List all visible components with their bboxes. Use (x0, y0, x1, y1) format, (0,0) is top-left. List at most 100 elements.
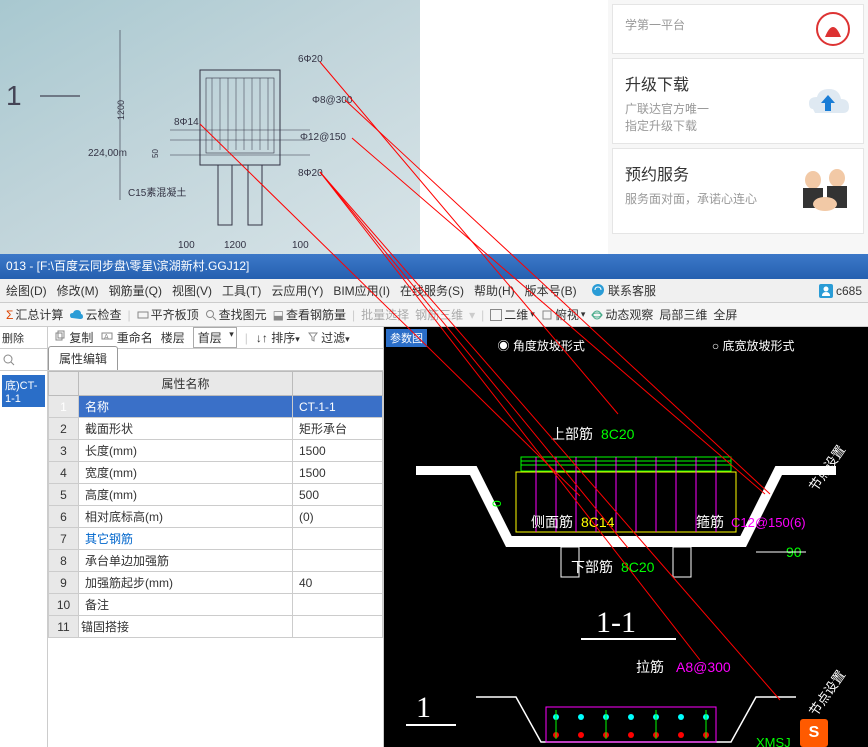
prop-val[interactable] (293, 528, 383, 550)
prop-tabs: 属性编辑 (48, 349, 383, 371)
card-platform[interactable]: 学第一平台 (612, 4, 864, 54)
tab-props[interactable]: 属性编辑 (48, 346, 118, 370)
search-icon (205, 309, 217, 321)
svg-text:节点设置: 节点设置 (806, 668, 848, 719)
tool-rebar3d: 钢筋三维 (415, 306, 463, 323)
cloud-icon (69, 309, 83, 321)
menu-version[interactable]: 版本号(B) (525, 282, 577, 299)
prop-name[interactable]: 承台单边加强筋 (79, 550, 293, 572)
svg-text:A8@300: A8@300 (676, 659, 731, 675)
prop-val[interactable] (293, 594, 383, 616)
svg-text:1: 1 (416, 691, 431, 724)
rename-icon: A (101, 330, 113, 342)
prop-name[interactable]: 加强筋起步(mm) (79, 572, 293, 594)
prop-name[interactable]: 名称 (79, 396, 293, 418)
prop-val[interactable]: (0) (293, 506, 383, 528)
prop-val[interactable] (293, 550, 383, 572)
prop-name[interactable]: 相对底标高(m) (79, 506, 293, 528)
property-pane: 复制 A 重命名 楼层 首层▾ | ↓↑ 排序▾ 过滤▾ 属性编辑 属性名称 1… (48, 327, 384, 747)
prop-val[interactable] (293, 616, 383, 638)
svg-text:XMSJ: XMSJ (756, 735, 791, 747)
svg-text:C12@150(6): C12@150(6) (731, 515, 806, 530)
svg-text:100: 100 (292, 240, 309, 251)
window-title: 013 - [F:\百度云同步盘\零星\滨湖新村.GGJ12] (6, 259, 249, 273)
toolbar: Σ汇总计算 云检查 | 平齐板顶 查找图元 ⬓查看钢筋量 | 批量选择 钢筋三维… (0, 303, 868, 327)
act-sort[interactable]: ↓↑ 排序▾ (256, 329, 300, 346)
menu-draw[interactable]: 绘图(D) (6, 282, 47, 299)
menu-cloud[interactable]: 云应用(Y) (271, 282, 323, 299)
svg-text:Φ8@300: Φ8@300 (312, 95, 353, 106)
prop-name[interactable]: 高度(mm) (79, 484, 293, 506)
prop-grid: 属性名称 1名称CT-1-1 2截面形状矩形承台 3长度(mm)1500 4宽度… (48, 371, 383, 747)
tree-item[interactable]: 底)CT-1-1 (2, 375, 45, 407)
card-service[interactable]: 预约服务 服务面对面，承诺心连心 (612, 148, 864, 234)
prop-val[interactable]: 40 (293, 572, 383, 594)
preview-svg: 上部筋 8C20 侧面筋 8C14 箍筋 C12@150(6) 下部筋 8C20… (384, 357, 868, 747)
prop-name[interactable]: 锚固搭接 (79, 616, 293, 638)
card-upgrade[interactable]: 升级下载 广联达官方唯一 指定升级下载 (612, 58, 864, 144)
tool-align[interactable]: 平齐板顶 (137, 306, 199, 323)
tool-cloudcheck[interactable]: 云检查 (69, 306, 121, 323)
prop-name[interactable]: 宽度(mm) (79, 462, 293, 484)
menu-contact[interactable]: 联系客服 (591, 282, 656, 299)
menu-online[interactable]: 在线服务(S) (400, 282, 464, 299)
act-rename[interactable]: A 重命名 (101, 329, 152, 346)
prop-name[interactable]: 长度(mm) (79, 440, 293, 462)
tool-local3d[interactable]: 局部三维 (659, 306, 707, 323)
tool-full[interactable]: 全屏 (713, 306, 737, 323)
menu-view[interactable]: 视图(V) (172, 282, 212, 299)
tool-find[interactable]: 查找图元 (205, 306, 267, 323)
cloud-upload-icon (803, 81, 853, 121)
act-copy[interactable]: 复制 (54, 329, 93, 346)
svg-text:下部筋: 下部筋 (571, 559, 613, 575)
tool-sum[interactable]: Σ汇总计算 (6, 306, 63, 323)
headset-icon (591, 283, 605, 297)
scanned-drawing: 1 224,00m 1200 50 6Φ20 Φ8@300 8Φ14 Φ12@1… (0, 0, 420, 254)
tool-top[interactable]: 俯视▾ (541, 306, 586, 323)
svg-text:8C20: 8C20 (601, 426, 635, 442)
svg-text:箍筋: 箍筋 (696, 514, 724, 530)
act-delete[interactable]: 删除 (2, 330, 24, 346)
svg-text:侧面筋: 侧面筋 (531, 514, 573, 530)
menubar: 绘图(D) 修改(M) 钢筋量(Q) 视图(V) 工具(T) 云应用(Y) BI… (0, 279, 868, 303)
menu-edit[interactable]: 修改(M) (57, 282, 99, 299)
opt-width[interactable]: ○ 底宽放坡形式 (712, 337, 795, 354)
user-badge[interactable]: c685 (819, 284, 862, 298)
act-filter[interactable]: 过滤▾ (308, 329, 350, 346)
main: 删除 底)CT-1-1 复制 A 重命名 楼层 首层▾ | ↓↑ 排序▾ 过滤▾… (0, 327, 868, 747)
opt-angle[interactable]: ◉ 角度放坡形式 (498, 337, 585, 354)
menu-help[interactable]: 帮助(H) (474, 282, 515, 299)
svg-text:6Φ20: 6Φ20 (298, 54, 323, 65)
tool-batch: 批量选择 (361, 306, 409, 323)
menu-bim[interactable]: BIM应用(I) (333, 282, 390, 299)
drawing-svg: 1 224,00m 1200 50 6Φ20 Φ8@300 8Φ14 Φ12@1… (0, 0, 420, 254)
preview[interactable]: 参数图 ◉ 角度放坡形式 ○ 底宽放坡形式 (384, 327, 868, 747)
svg-text:8Φ14: 8Φ14 (174, 117, 199, 128)
tool-orbit[interactable]: 动态观察 (591, 306, 653, 323)
svg-text:0: 0 (490, 500, 504, 507)
prop-val[interactable]: 1500 (293, 462, 383, 484)
sidebar-cards: 学第一平台 升级下载 广联达官方唯一 指定升级下载 预约服务 服务面对面，承诺心… (608, 0, 868, 254)
prop-name[interactable]: 备注 (79, 594, 293, 616)
floor-label: 楼层 (161, 329, 185, 346)
prop-val[interactable]: 500 (293, 484, 383, 506)
svg-text:拉筋: 拉筋 (636, 659, 664, 675)
menu-tools[interactable]: 工具(T) (222, 282, 261, 299)
tool-viewrebar[interactable]: ⬓查看钢筋量 (273, 306, 346, 323)
prop-val[interactable]: CT-1-1 (293, 396, 383, 418)
floor-select[interactable]: 首层▾ (193, 327, 237, 348)
search-row (0, 349, 47, 371)
ime-indicator[interactable]: S (800, 719, 828, 747)
tool-dim[interactable]: 二维▾ (490, 306, 535, 323)
search-icon[interactable] (2, 353, 16, 367)
svg-text:100: 100 (178, 240, 195, 251)
align-icon (137, 309, 149, 321)
menu-rebar[interactable]: 钢筋量(Q) (109, 282, 162, 299)
preview-title: 参数图 (386, 329, 427, 347)
prop-val[interactable]: 矩形承台 (293, 418, 383, 440)
left-pane: 删除 底)CT-1-1 (0, 327, 48, 747)
prop-name[interactable]: 截面形状 (79, 418, 293, 440)
prop-val[interactable]: 1500 (293, 440, 383, 462)
header-name: 属性名称 (79, 372, 293, 396)
prop-name[interactable]: 其它钢筋 (79, 528, 293, 550)
